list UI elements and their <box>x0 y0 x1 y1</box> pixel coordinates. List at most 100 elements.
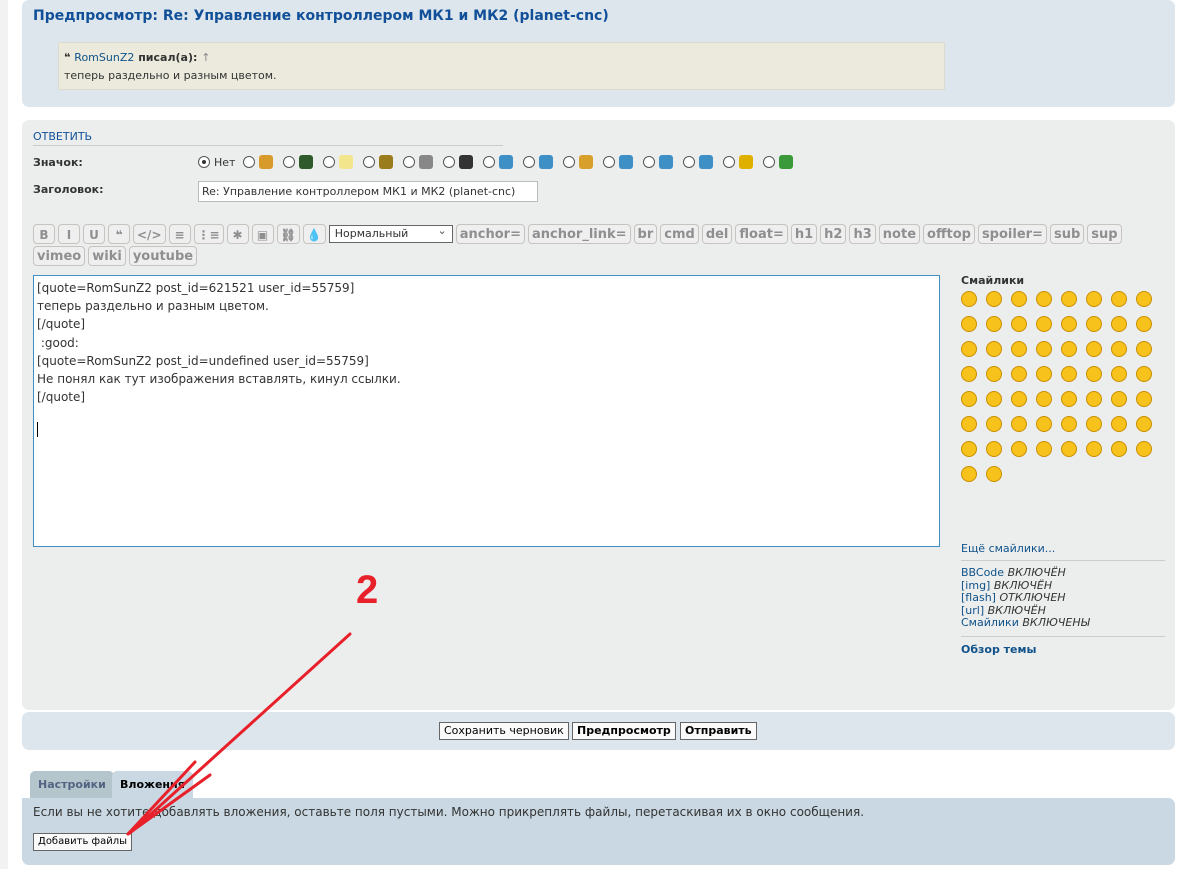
toolbar-button-8[interactable]: ▣ <box>251 224 274 244</box>
smiley-icon[interactable] <box>1061 291 1077 307</box>
icon-radio-eye-smile[interactable] <box>723 156 736 168</box>
smiley-icon[interactable] <box>1061 416 1077 432</box>
toolbar-button-4[interactable]: </> <box>133 224 166 244</box>
smiley-icon[interactable] <box>1061 391 1077 407</box>
smiley-icon[interactable] <box>1111 341 1127 357</box>
smiley-icon[interactable] <box>1111 391 1127 407</box>
smiley-icon[interactable] <box>1061 366 1077 382</box>
more-smilies-link[interactable]: Ещё смайлики... <box>961 542 1165 561</box>
smiley-icon[interactable] <box>1111 366 1127 382</box>
smiley-icon[interactable] <box>986 466 1002 482</box>
smiley-icon[interactable] <box>1061 316 1077 332</box>
smiley-icon[interactable] <box>1136 316 1152 332</box>
smiley-icon[interactable] <box>1086 416 1102 432</box>
smiley-icon[interactable] <box>961 416 977 432</box>
icon-radio-gear-sun[interactable] <box>563 156 576 168</box>
quote-author-link[interactable]: RomSunZ2 <box>74 51 134 64</box>
smiley-icon[interactable] <box>1011 316 1027 332</box>
smiley-icon[interactable] <box>1036 341 1052 357</box>
smiley-icon[interactable] <box>961 291 977 307</box>
smiley-icon[interactable] <box>1036 416 1052 432</box>
toolbar-button-6[interactable]: ⋮≡ <box>193 224 224 244</box>
bbcode-anchorlink[interactable]: anchor_link= <box>527 224 631 244</box>
submit-button[interactable]: Отправить <box>680 722 757 740</box>
icon-radio-star[interactable] <box>483 156 496 168</box>
smiley-icon[interactable] <box>1136 291 1152 307</box>
smiley-icon[interactable] <box>1036 366 1052 382</box>
bbcode-h1[interactable]: h1 <box>790 224 818 244</box>
icon-radio-question[interactable] <box>603 156 616 168</box>
toolbar-button-3[interactable]: ❝ <box>108 224 130 244</box>
bbcode-spoiler[interactable]: spoiler= <box>977 224 1047 244</box>
smiley-icon[interactable] <box>1061 441 1077 457</box>
smiley-icon[interactable] <box>961 391 977 407</box>
bbcode-note[interactable]: note <box>878 224 921 244</box>
smiley-icon[interactable] <box>1011 291 1027 307</box>
smiley-icon[interactable] <box>986 341 1002 357</box>
bbcode-sup[interactable]: sup <box>1087 224 1122 244</box>
topic-review-link[interactable]: Обзор темы <box>961 643 1165 656</box>
smiley-icon[interactable] <box>1011 416 1027 432</box>
smiley-icon[interactable] <box>1011 366 1027 382</box>
icon-radio-pliers[interactable] <box>363 156 376 168</box>
icon-radio-green-smile[interactable] <box>763 156 776 168</box>
add-files-button[interactable]: Добавить файлы <box>33 833 132 851</box>
message-textarea[interactable]: [quote=RomSunZ2 post_id=621521 user_id=5… <box>33 275 940 547</box>
smiley-icon[interactable] <box>961 316 977 332</box>
bbcode-del[interactable]: del <box>701 224 733 244</box>
icon-radio-motor[interactable] <box>443 156 456 168</box>
icon-radio-none[interactable] <box>198 156 210 168</box>
toolbar-button-1[interactable]: I <box>58 224 80 244</box>
toolbar-button-5[interactable]: ≡ <box>168 224 191 244</box>
smiley-icon[interactable] <box>1086 341 1102 357</box>
smiley-icon[interactable] <box>1061 341 1077 357</box>
smiley-icon[interactable] <box>1036 316 1052 332</box>
smiley-icon[interactable] <box>1086 366 1102 382</box>
smiley-icon[interactable] <box>961 466 977 482</box>
bbcode-wiki[interactable]: wiki <box>88 246 126 266</box>
icon-radio-info[interactable] <box>683 156 696 168</box>
smiley-icon[interactable] <box>1136 441 1152 457</box>
icon-radio-bulb[interactable] <box>323 156 336 168</box>
toolbar-button-10[interactable]: 💧 <box>302 224 326 244</box>
icon-radio-warning[interactable] <box>643 156 656 168</box>
smiley-icon[interactable] <box>986 391 1002 407</box>
smiley-icon[interactable] <box>1136 366 1152 382</box>
toolbar-button-9[interactable]: ⛓ <box>276 224 300 244</box>
smiley-icon[interactable] <box>1086 316 1102 332</box>
smiley-icon[interactable] <box>1111 441 1127 457</box>
smiley-icon[interactable] <box>961 441 977 457</box>
bbcode-float[interactable]: float= <box>735 224 788 244</box>
smiley-icon[interactable] <box>1136 391 1152 407</box>
smiley-icon[interactable] <box>961 366 977 382</box>
bbcode-h3[interactable]: h3 <box>849 224 876 244</box>
icon-radio-beer[interactable] <box>243 156 256 168</box>
save-draft-button[interactable]: Сохранить черновик <box>439 722 569 740</box>
bbcode-br[interactable]: br <box>633 224 658 244</box>
toolbar-button-0[interactable]: B <box>33 224 55 244</box>
bbcode-h2[interactable]: h2 <box>820 224 847 244</box>
smiley-icon[interactable] <box>986 416 1002 432</box>
toolbar-button-7[interactable]: ✱ <box>226 224 249 244</box>
smiley-icon[interactable] <box>1036 291 1052 307</box>
smiley-icon[interactable] <box>1136 341 1152 357</box>
toolbar-button-2[interactable]: U <box>83 224 105 244</box>
icon-radio-chip[interactable] <box>283 156 296 168</box>
smiley-icon[interactable] <box>986 316 1002 332</box>
smiley-icon[interactable] <box>986 366 1002 382</box>
subject-input[interactable]: Re: Управление контроллером МК1 и МК2 (p… <box>198 181 538 202</box>
smiley-icon[interactable] <box>1111 291 1127 307</box>
smiley-icon[interactable] <box>1086 391 1102 407</box>
tab-settings[interactable]: Настройки <box>30 771 114 798</box>
preview-button[interactable]: Предпросмотр <box>572 722 676 740</box>
tab-attachments[interactable]: Вложения <box>112 771 193 798</box>
bbcode-cmd[interactable]: cmd <box>660 224 699 244</box>
bbcode-sub[interactable]: sub <box>1049 224 1085 244</box>
smiley-icon[interactable] <box>986 441 1002 457</box>
smiley-icon[interactable] <box>1036 391 1052 407</box>
icon-radio-radiation[interactable] <box>523 156 536 168</box>
smiley-icon[interactable] <box>1111 316 1127 332</box>
smiley-icon[interactable] <box>1036 441 1052 457</box>
smiley-icon[interactable] <box>1011 341 1027 357</box>
bbcode-anchor[interactable]: anchor= <box>455 224 525 244</box>
